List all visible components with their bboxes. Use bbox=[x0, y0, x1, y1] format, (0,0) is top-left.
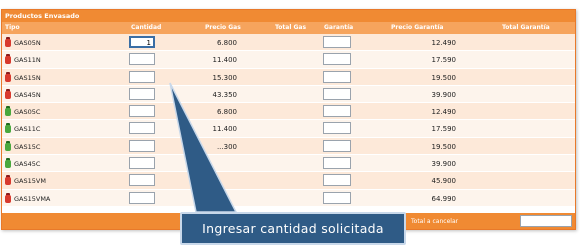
callout-pointer bbox=[169, 82, 238, 213]
tooltip-callout: Ingresar cantidad solicitada bbox=[180, 212, 406, 245]
app: Productos Envasado Tipo Cantidad Precio … bbox=[0, 0, 580, 246]
